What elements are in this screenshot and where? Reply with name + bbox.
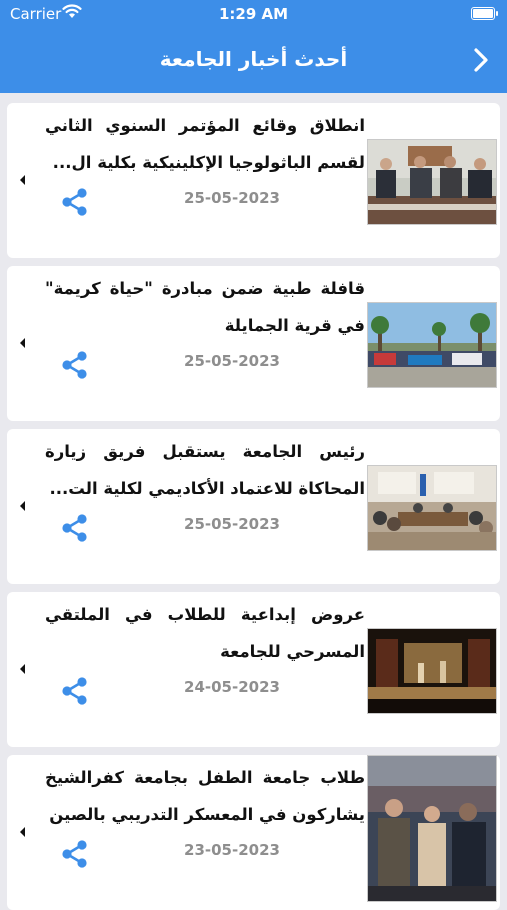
share-icon xyxy=(62,351,87,379)
news-title[interactable]: طلاب جامعة الطفل بجامعة كفرالشيخ يشاركون… xyxy=(45,759,365,833)
news-card[interactable]: عروض إبداعية للطلاب في الملتقي المسرحي ل… xyxy=(7,592,500,747)
news-title[interactable]: انطلاق وقائع المؤتمر السنوي الثاني لقسم … xyxy=(45,107,365,181)
disclosure-triangle-icon xyxy=(20,501,25,511)
share-icon xyxy=(62,677,87,705)
disclosure-triangle-icon xyxy=(20,827,25,837)
news-thumbnail[interactable] xyxy=(367,628,497,714)
battery-icon xyxy=(471,7,498,20)
status-bar: Carrier 1:29 AM xyxy=(0,0,507,28)
news-thumbnail[interactable] xyxy=(367,139,497,225)
share-icon xyxy=(62,840,87,868)
news-title[interactable]: قافلة طبية ضمن مبادرة "حياة كريمة" في قر… xyxy=(45,270,365,344)
news-card[interactable]: رئيس الجامعة يستقبل فريق زيارة المحاكاة … xyxy=(7,429,500,584)
share-button[interactable] xyxy=(61,676,89,706)
news-date: 25-05-2023 xyxy=(184,189,280,207)
status-time: 1:29 AM xyxy=(218,5,289,23)
news-date: 25-05-2023 xyxy=(184,352,280,370)
share-button[interactable] xyxy=(61,513,89,543)
share-button[interactable] xyxy=(61,187,89,217)
disclosure-triangle-icon xyxy=(20,338,25,348)
back-button[interactable] xyxy=(468,44,494,76)
share-button[interactable] xyxy=(61,350,89,380)
news-card[interactable]: انطلاق وقائع المؤتمر السنوي الثاني لقسم … xyxy=(7,103,500,258)
news-date: 24-05-2023 xyxy=(184,678,280,696)
news-card[interactable]: قافلة طبية ضمن مبادرة "حياة كريمة" في قر… xyxy=(7,266,500,421)
share-button[interactable] xyxy=(61,839,89,869)
news-thumbnail[interactable] xyxy=(367,302,497,388)
chevron-right-icon xyxy=(474,48,488,72)
share-icon xyxy=(62,514,87,542)
news-thumbnail[interactable] xyxy=(367,755,497,902)
page-title: أحدث أخبار الجامعة xyxy=(159,47,348,71)
news-date: 23-05-2023 xyxy=(184,841,280,859)
navigation-bar: Carrier 1:29 AM أحدث أخبار الجامعة xyxy=(0,0,507,93)
news-title[interactable]: رئيس الجامعة يستقبل فريق زيارة المحاكاة … xyxy=(45,433,365,507)
news-thumbnail[interactable] xyxy=(367,465,497,551)
news-title[interactable]: عروض إبداعية للطلاب في الملتقي المسرحي ل… xyxy=(45,596,365,670)
share-icon xyxy=(62,188,87,216)
news-date: 25-05-2023 xyxy=(184,515,280,533)
news-card[interactable]: طلاب جامعة الطفل بجامعة كفرالشيخ يشاركون… xyxy=(7,755,500,910)
disclosure-triangle-icon xyxy=(20,664,25,674)
disclosure-triangle-icon xyxy=(20,175,25,185)
